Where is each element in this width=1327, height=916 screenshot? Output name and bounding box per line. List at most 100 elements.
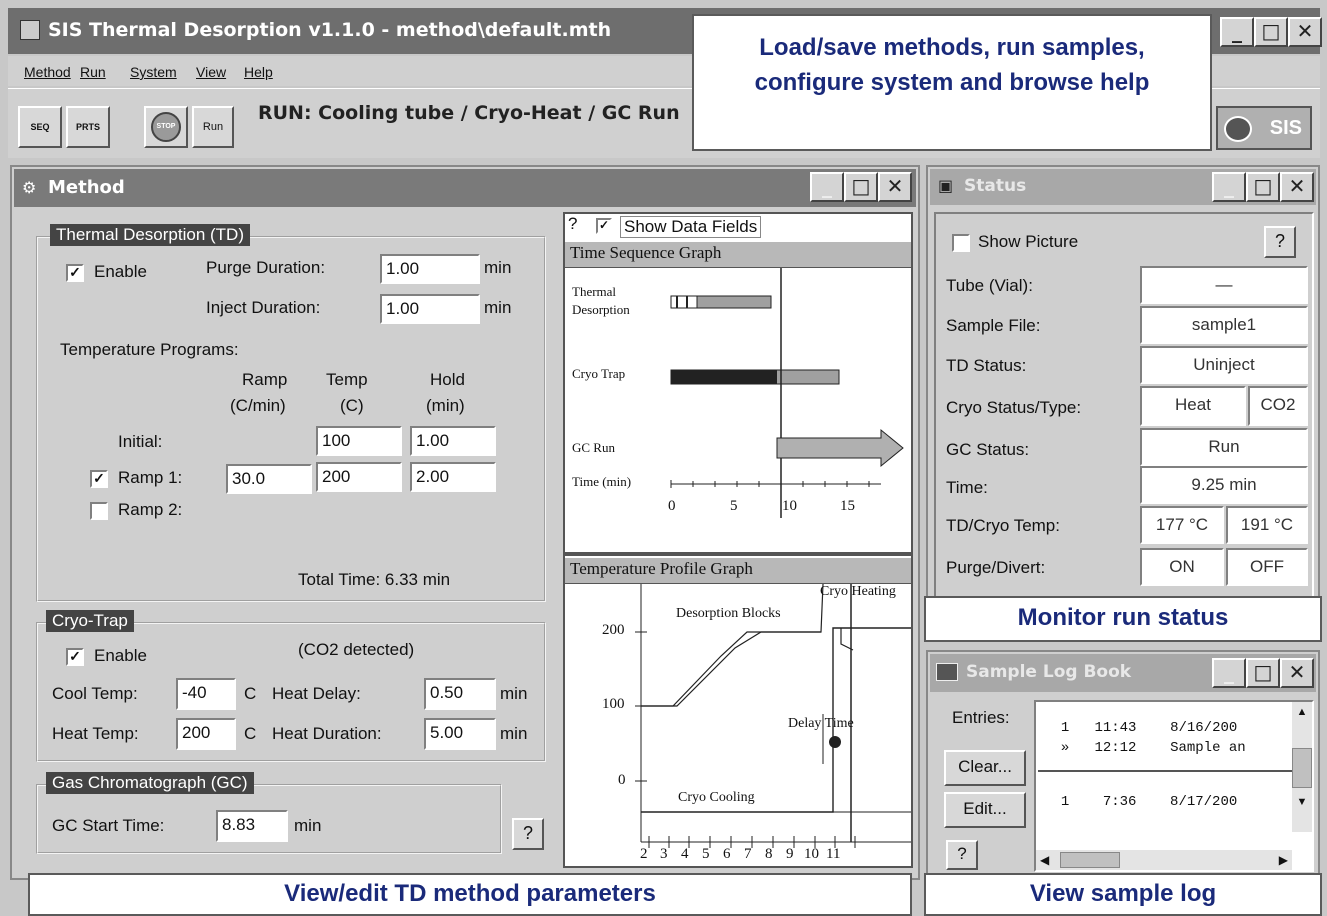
method-close-button[interactable]: ✕	[878, 172, 912, 202]
log-minimize-button[interactable]: _	[1212, 658, 1246, 688]
heat-temp-input[interactable]: 200	[176, 718, 236, 750]
heat-duration-input[interactable]: 5.00	[424, 718, 496, 750]
status-label-purge: Purge/Divert:	[946, 558, 1046, 577]
cool-temp-input[interactable]: -40	[176, 678, 236, 710]
status-icon: ▣	[938, 176, 954, 195]
gc-start-label: GC Start Time:	[52, 816, 165, 835]
main-maximize-button[interactable]: □	[1254, 17, 1288, 47]
status-label-time: Time:	[946, 478, 988, 497]
td-group-title: Thermal Desorption (TD)	[50, 224, 250, 246]
total-time-label: Total Time: 6.33 min	[298, 570, 451, 589]
app-icon	[20, 20, 40, 40]
status-value-cryo-status: Heat	[1140, 386, 1246, 426]
inject-duration-label: Inject Duration:	[206, 298, 321, 317]
menu-method-label: Method	[24, 64, 71, 80]
initial-hold-input[interactable]: 1.00	[410, 426, 496, 456]
status-minimize-button[interactable]: _	[1212, 172, 1246, 202]
temp-x-tick: 9	[786, 846, 794, 862]
col-ramp-unit: (C/min)	[230, 396, 286, 415]
log-edit-button[interactable]: Edit...	[944, 792, 1026, 828]
menu-help[interactable]: Help	[244, 64, 273, 80]
run-button[interactable]: Run	[192, 106, 234, 148]
log-vertical-scrollbar[interactable]: ▲ ▼	[1292, 702, 1312, 832]
cool-temp-unit: C	[244, 684, 257, 703]
temp-x-tick: 8	[765, 846, 773, 862]
graph-splitter[interactable]	[565, 552, 911, 556]
ramp2-checkbox[interactable]	[90, 502, 108, 520]
method-maximize-button[interactable]: □	[844, 172, 878, 202]
purge-unit: min	[484, 258, 512, 277]
log-line[interactable]: » 12:12 Sample an	[1044, 724, 1246, 756]
td-enable-checkbox[interactable]: ✓	[66, 264, 84, 282]
ramp1-hold-input[interactable]: 2.00	[410, 462, 496, 492]
scroll-up-icon[interactable]: ▲	[1292, 702, 1312, 722]
main-minimize-button[interactable]: _	[1220, 17, 1254, 47]
ramp1-checkbox[interactable]: ✓	[90, 470, 108, 488]
logbook-icon	[936, 663, 958, 681]
status-maximize-button[interactable]: □	[1246, 172, 1280, 202]
status-label-gc: GC Status:	[946, 440, 1030, 459]
show-data-fields-checkbox[interactable]: ✓	[596, 218, 612, 234]
time-tick-10: 10	[782, 498, 797, 514]
run-status-text: RUN: Cooling tube / Cryo-Heat / GC Run	[258, 102, 680, 124]
h-scroll-thumb[interactable]	[1060, 852, 1120, 868]
menu-method[interactable]: Method	[24, 64, 71, 80]
time-tick-0: 0	[668, 498, 676, 514]
log-clear-button[interactable]: Clear...	[944, 750, 1026, 786]
scroll-thumb[interactable]	[1292, 748, 1312, 788]
temp-x-tick: 11	[826, 846, 841, 862]
callout-method: View/edit TD method parameters	[28, 873, 912, 916]
inject-duration-input[interactable]: 1.00	[380, 294, 480, 324]
co2-detected-label: (CO2 detected)	[298, 640, 415, 659]
purge-duration-input[interactable]: 1.00	[380, 254, 480, 284]
heat-temp-unit: C	[244, 724, 257, 743]
delay-time-marker	[829, 736, 841, 748]
log-title: Sample Log Book	[966, 662, 1132, 682]
log-help-button[interactable]: ?	[946, 840, 978, 870]
heat-delay-input[interactable]: 0.50	[424, 678, 496, 710]
time-sequence-graph	[670, 268, 904, 518]
show-picture-checkbox[interactable]	[952, 234, 970, 252]
ramp1-temp-input[interactable]: 200	[316, 462, 402, 492]
temp-x-tick: 7	[744, 846, 752, 862]
purge-duration-label: Purge Duration:	[206, 258, 326, 277]
scroll-left-icon[interactable]: ◀	[1040, 850, 1049, 870]
main-close-button[interactable]: ✕	[1288, 17, 1322, 47]
menu-system[interactable]: System	[130, 64, 177, 80]
gc-help-button[interactable]: ?	[512, 818, 544, 850]
log-close-button[interactable]: ✕	[1280, 658, 1314, 688]
app-title: SIS Thermal Desorption v1.1.0 - method\d…	[48, 19, 612, 41]
status-value-tube: —	[1140, 266, 1308, 304]
callout-log: View sample log	[924, 873, 1322, 916]
stop-button[interactable]: STOP	[144, 106, 188, 148]
status-close-button[interactable]: ✕	[1280, 172, 1314, 202]
initial-temp-input[interactable]: 100	[316, 426, 402, 456]
temp-x-tick: 2	[640, 846, 648, 862]
log-horizontal-scrollbar[interactable]: ◀ ▶	[1036, 850, 1292, 870]
ann-desorption-blocks: Desorption Blocks	[676, 606, 781, 621]
log-line[interactable]: 1 7:36 8/17/200	[1044, 778, 1237, 810]
log-line-num: »	[1060, 740, 1070, 756]
log-maximize-button[interactable]: □	[1246, 658, 1280, 688]
temp-x-tick: 10	[804, 846, 819, 862]
status-title: Status	[964, 176, 1027, 196]
print-button[interactable]: PRTS	[66, 106, 110, 148]
cryo-bar-cool	[671, 370, 777, 384]
gc-start-input[interactable]: 8.83	[216, 810, 288, 842]
method-minimize-button[interactable]: _	[810, 172, 844, 202]
status-label-cryo: Cryo Status/Type:	[946, 398, 1082, 417]
status-value-gc: Run	[1140, 428, 1308, 466]
menu-run[interactable]: Run	[80, 64, 106, 80]
cryo-enable-checkbox[interactable]: ✓	[66, 648, 84, 666]
temp-x-tick: 3	[660, 846, 668, 862]
status-label-td: TD Status:	[946, 356, 1027, 375]
ramp1-rate-input[interactable]: 30.0	[226, 464, 312, 494]
scroll-right-icon[interactable]: ▶	[1279, 850, 1288, 870]
sequence-button[interactable]: SEQ	[18, 106, 62, 148]
graph-help-button[interactable]: ?	[568, 214, 577, 234]
log-divider	[1038, 770, 1292, 772]
status-help-button[interactable]: ?	[1264, 226, 1296, 258]
menu-view[interactable]: View	[196, 64, 226, 80]
scroll-down-icon[interactable]: ▼	[1292, 792, 1312, 812]
method-title-bar[interactable]: ⚙ Method	[14, 169, 916, 207]
